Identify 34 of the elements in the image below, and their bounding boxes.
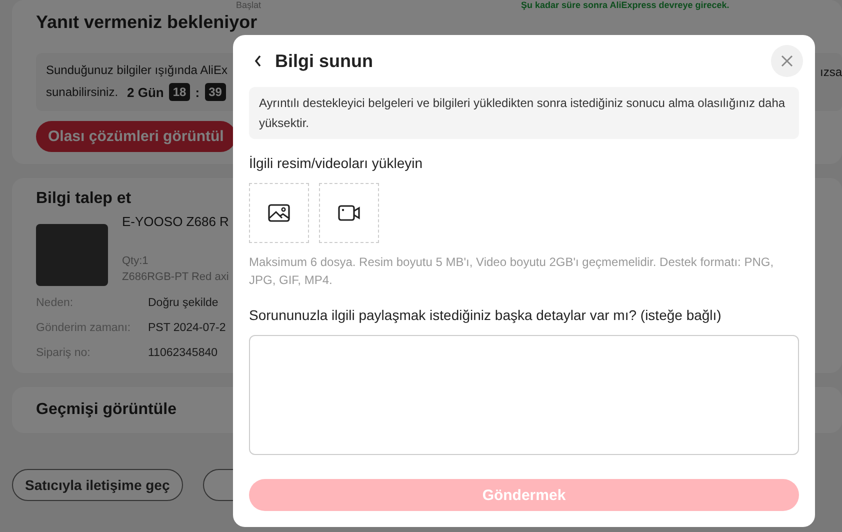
upload-video-button[interactable] (319, 183, 379, 243)
photo-placeholder (36, 224, 108, 286)
notice-text: Ayrıntılı destekleyici belgeleri ve bilgileri yükledikten sonra istediğiniz sonucu alma olasılığınız daha yüksektir. (249, 87, 799, 139)
step-label: Başlat (236, 0, 262, 11)
close-icon (780, 54, 794, 68)
upload-image-button[interactable] (249, 183, 309, 243)
section-title: Bilgi talep et (36, 190, 132, 208)
detail-value: 11062345840 (148, 346, 218, 361)
detail-value: Doğru şekilde (148, 296, 218, 311)
back-icon[interactable] (253, 54, 263, 68)
timer-days: 2 Gün (127, 84, 164, 100)
notice-text: Şu kadar süre sonra AliExpress devreye girecek. (521, 0, 730, 11)
dialog-title: Bilgi sunun (275, 50, 374, 72)
close-button[interactable] (771, 45, 803, 77)
timer-separator: : (195, 84, 200, 100)
video-camera-icon (338, 205, 360, 221)
solutions-button[interactable]: Olası çözümleri görüntül (36, 121, 236, 152)
info-text: sunabilirsiniz. (46, 85, 118, 99)
timer-minutes: 39 (204, 83, 226, 101)
upload-hint: Maksimum 6 dosya. Resim boyutu 5 MB'ı, Video boyutu 2GB'ı geçmemelidir. Destek formatı: PNG, JPG, GIF, MP4. (249, 254, 775, 289)
detail-value: PST 2024-07-2 (148, 321, 226, 336)
product-quantity: Qty:1 (122, 254, 150, 269)
upload-label: İlgili resim/videoları yükleyin (249, 155, 424, 171)
product-name: E-YOOSO Z686 R (122, 214, 229, 229)
contact-seller-button[interactable]: Satıcıyla iletişime geç (12, 469, 183, 501)
timer-hours: 18 (168, 83, 190, 101)
image-icon (268, 204, 290, 222)
details-field[interactable] (249, 335, 799, 455)
details-label: Sorununuzla ilgili paylaşmak istediğiniz başka detaylar var mı? (isteğe bağlı) (249, 307, 722, 323)
section-title: Yanıt vermeniz bekleniyor (36, 11, 258, 33)
info-text: Sunduğunuz bilgiler ışığında AliEx (46, 63, 228, 77)
product-variant: Z686RGB-PT Red axi (122, 270, 229, 285)
history-link[interactable]: Geçmişi görüntüle (36, 401, 176, 418)
info-text: ızsa (820, 64, 842, 79)
